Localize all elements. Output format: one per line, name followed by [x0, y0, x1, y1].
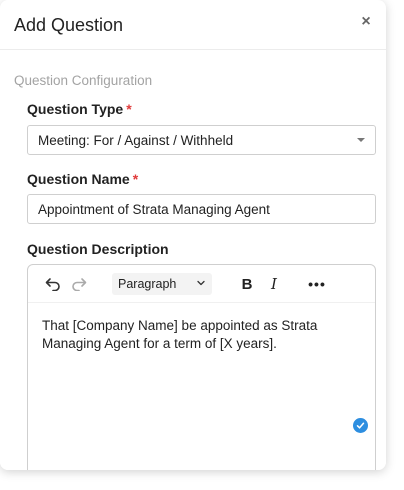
question-type-label: Question Type * — [27, 101, 132, 117]
undo-icon — [45, 278, 60, 291]
bold-button[interactable]: B — [236, 273, 258, 295]
redo-icon — [72, 278, 87, 291]
question-name-value: Appointment of Strata Managing Agent — [38, 202, 270, 217]
block-format-select[interactable]: Paragraph — [112, 273, 212, 295]
editor-content[interactable]: That [Company Name] be appointed as Stra… — [42, 317, 361, 353]
question-description-label: Question Description — [27, 241, 169, 257]
close-icon: × — [361, 13, 371, 30]
more-icon: ••• — [308, 276, 326, 292]
required-mark: * — [132, 171, 139, 187]
question-type-label-text: Question Type — [27, 101, 124, 117]
required-mark: * — [126, 101, 132, 117]
italic-icon: I — [271, 275, 277, 293]
caret-down-icon — [357, 138, 365, 142]
spellcheck-badge[interactable] — [353, 418, 368, 433]
question-type-select[interactable]: Meeting: For / Against / Withheld — [27, 125, 376, 155]
undo-button[interactable] — [42, 273, 64, 295]
close-button[interactable]: × — [356, 12, 376, 32]
modal-title: Add Question — [14, 15, 124, 35]
editor-toolbar: Paragraph B I ••• — [28, 265, 375, 303]
rich-text-editor: Paragraph B I ••• That [Company Name] be… — [27, 264, 376, 470]
block-format-value: Paragraph — [118, 277, 177, 291]
check-icon — [356, 422, 365, 429]
modal-body: Question Configuration Question Type * Me… — [0, 51, 386, 470]
modal-header: Add Question × — [0, 0, 386, 50]
question-type-value: Meeting: For / Against / Withheld — [38, 133, 234, 148]
chevron-down-icon — [197, 280, 205, 286]
section-title: Question Configuration — [14, 73, 153, 88]
redo-button[interactable] — [68, 273, 90, 295]
question-name-input[interactable]: Appointment of Strata Managing Agent — [27, 194, 376, 224]
question-name-label-text: Question Name — [27, 171, 130, 187]
bold-icon: B — [241, 275, 253, 293]
more-button[interactable]: ••• — [306, 273, 328, 295]
question-name-label: Question Name * — [27, 171, 138, 187]
add-question-modal: Add Question × Question Configuration Qu… — [0, 0, 386, 470]
italic-button[interactable]: I — [263, 273, 285, 295]
